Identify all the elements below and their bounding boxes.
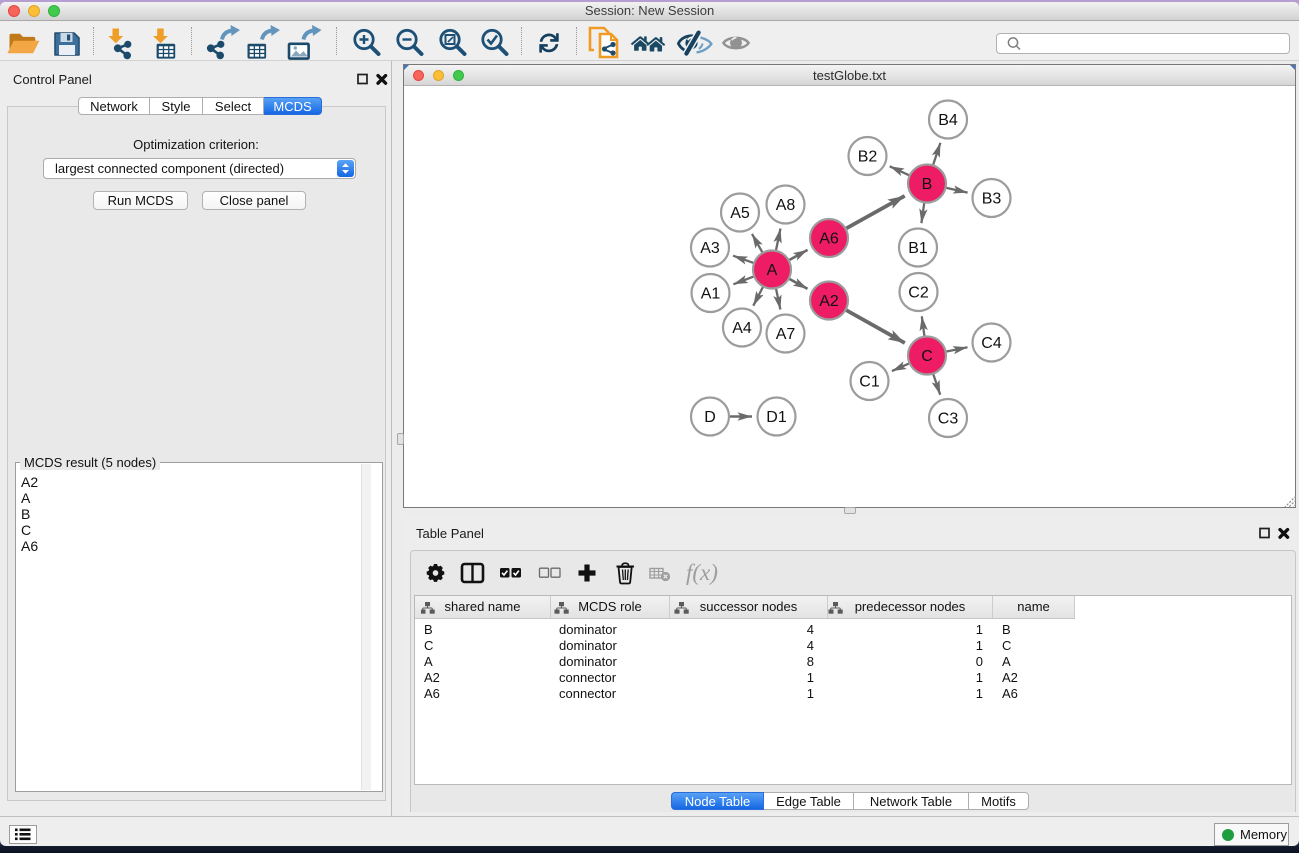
svg-text:B1: B1: [908, 240, 928, 257]
svg-text:A3: A3: [700, 240, 720, 257]
svg-text:A2: A2: [819, 293, 839, 310]
svg-text:A6: A6: [819, 231, 839, 248]
svg-text:D: D: [704, 409, 716, 426]
svg-text:B3: B3: [982, 191, 1002, 208]
svg-text:A: A: [767, 262, 778, 279]
svg-text:B2: B2: [858, 149, 878, 166]
svg-text:A8: A8: [776, 197, 796, 214]
svg-text:C1: C1: [859, 374, 880, 391]
svg-text:A4: A4: [732, 320, 752, 337]
svg-text:D1: D1: [766, 409, 787, 426]
svg-text:C3: C3: [938, 411, 959, 428]
svg-text:A5: A5: [730, 205, 750, 222]
svg-text:C4: C4: [981, 335, 1002, 352]
svg-text:A1: A1: [701, 286, 721, 303]
svg-text:A7: A7: [776, 326, 796, 343]
svg-text:B4: B4: [938, 112, 958, 129]
svg-text:C: C: [921, 348, 933, 365]
svg-text:f(x): f(x): [686, 560, 718, 585]
svg-text:C2: C2: [908, 285, 929, 302]
svg-text:B: B: [922, 176, 933, 193]
